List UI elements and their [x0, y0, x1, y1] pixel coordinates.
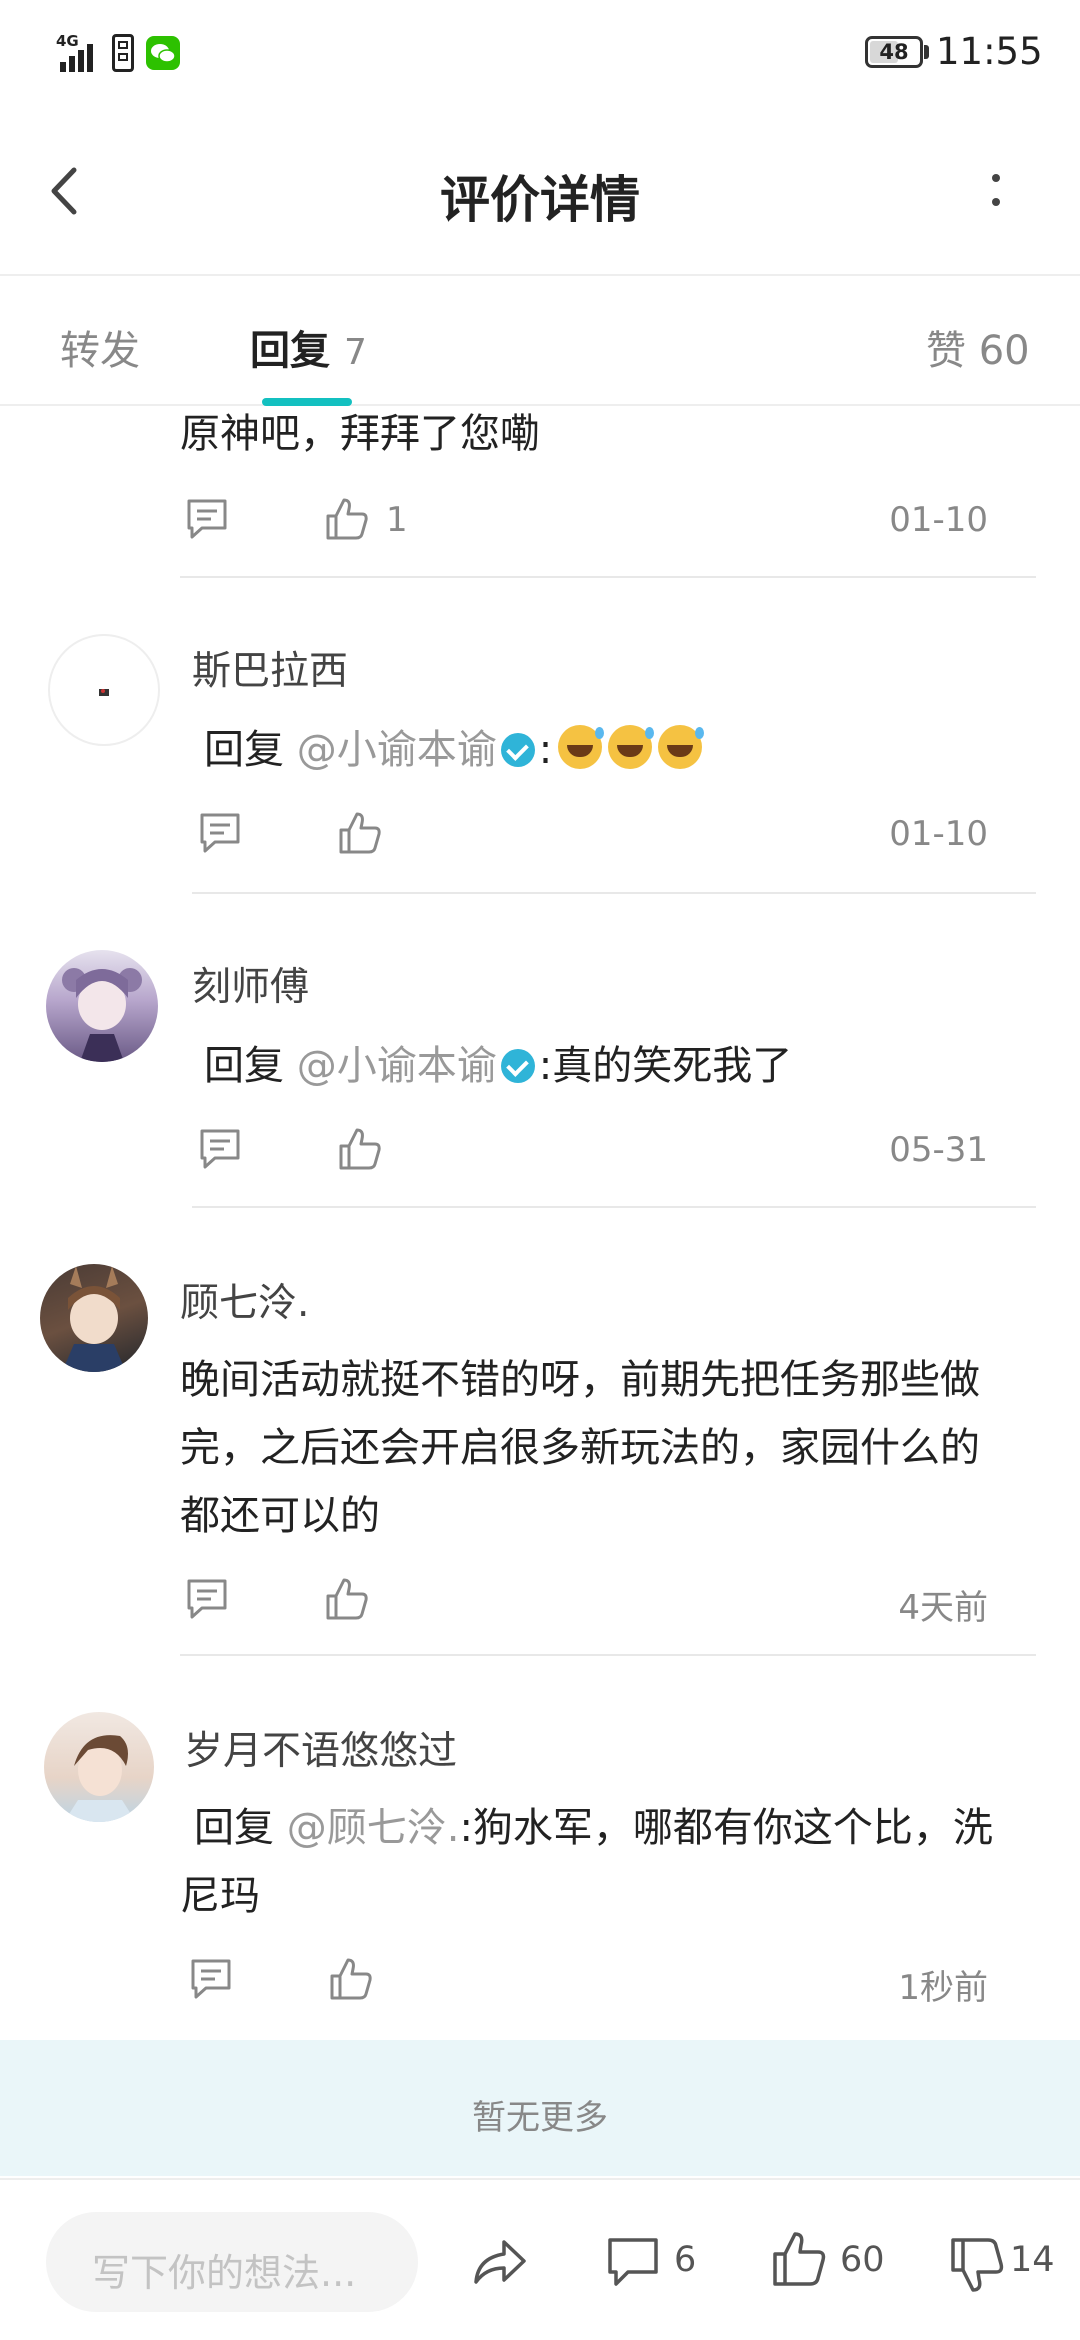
reply-text: :真的笑死我了	[538, 1043, 793, 1089]
share-icon[interactable]	[470, 2232, 528, 2290]
avatar[interactable]	[46, 950, 158, 1062]
comment-author[interactable]: 岁月不语悠悠过	[184, 1720, 457, 1776]
comment-text: 回复 @小谕本谕 :真的笑死我了	[204, 1032, 792, 1100]
comment-date: 4天前	[898, 1588, 988, 1628]
verified-badge-icon	[500, 733, 535, 767]
comment-icon[interactable]	[604, 2232, 662, 2290]
header-divider	[0, 274, 1080, 276]
tab-reply-label: 回复	[250, 328, 330, 374]
more-options-button[interactable]	[980, 160, 1010, 220]
comment-text: 回复 @顾七泠.:狗水军，哪都有你这个比，洗 尼玛	[180, 1794, 1044, 1930]
comment-author[interactable]: 顾七泠.	[180, 1272, 309, 1328]
reply-text: :狗水军，哪都有你这个比，洗	[459, 1805, 993, 1851]
thumbs-up-icon[interactable]	[324, 496, 370, 542]
mention-link[interactable]: @小谕本谕	[297, 727, 497, 773]
like-count: 60	[840, 2240, 885, 2280]
end-of-list-text: 暂无更多	[472, 2098, 608, 2138]
wechat-notification-icon	[146, 36, 180, 70]
sweat-smile-emoji-icon	[608, 725, 655, 769]
sweat-smile-emoji-icon	[558, 725, 605, 769]
thumbs-up-icon[interactable]	[770, 2230, 828, 2288]
signal-icon: 4G	[56, 32, 108, 72]
mention-link[interactable]: @小谕本谕	[297, 1043, 497, 1089]
reply-text-continued: 尼玛	[180, 1873, 260, 1919]
comment-text: 原神吧，拜拜了您嘞	[180, 411, 540, 457]
thumbs-up-icon[interactable]	[328, 1956, 374, 2002]
reply-icon[interactable]	[188, 1956, 234, 2002]
comment-input-placeholder: 写下你的想法...	[92, 2251, 357, 2295]
page-title: 评价详情	[440, 171, 640, 229]
bottom-bar-divider	[0, 2178, 1080, 2180]
thumbs-up-icon[interactable]	[337, 810, 383, 856]
thumbs-up-icon[interactable]	[337, 1126, 383, 1172]
comment-text-line: 完，之后还会开启很多新玩法的，家园什么的	[180, 1425, 980, 1471]
reply-prefix: 回复	[204, 727, 284, 773]
comment-date: 01-10	[889, 814, 988, 854]
clock: 11:55	[936, 30, 1043, 73]
sim-icon	[112, 34, 134, 72]
sweat-smile-emoji-icon	[658, 725, 705, 769]
comment-text-line: 都还可以的	[180, 1493, 380, 1539]
comment-author[interactable]: 刻师傅	[192, 956, 309, 1012]
reply-text: :	[538, 727, 553, 773]
comment-text: 回复 @小谕本谕:	[204, 716, 705, 784]
comment-text-line: 晚间活动就挺不错的呀，前期先把任务那些做	[180, 1357, 980, 1403]
comment-divider	[192, 892, 1036, 894]
tab-forward[interactable]: 转发	[60, 318, 140, 376]
battery-level: 48	[879, 40, 909, 64]
comment-date: 1秒前	[898, 1968, 988, 2008]
tab-reply-count: 7	[344, 332, 367, 373]
comment-date: 05-31	[889, 1130, 988, 1170]
reply-prefix: 回复	[204, 1043, 284, 1089]
comment-author[interactable]: 斯巴拉西	[192, 640, 348, 696]
tabs-divider	[0, 404, 1080, 406]
reply-icon[interactable]	[197, 1126, 243, 1172]
mention-link[interactable]: @顾七泠.	[287, 1805, 460, 1851]
comment-count: 6	[674, 2240, 697, 2280]
status-bar: 4G 48 11:55	[0, 0, 1080, 105]
thumbs-up-icon[interactable]	[324, 1576, 370, 1622]
dislike-count: 14	[1010, 2240, 1055, 2280]
comment-date: 01-10	[889, 500, 988, 540]
comment-text: 晚间活动就挺不错的呀，前期先把任务那些做 完，之后还会开启很多新玩法的，家园什么…	[180, 1346, 1040, 1550]
tab-like[interactable]: 赞 60	[926, 318, 1030, 376]
thumbs-down-icon[interactable]	[948, 2236, 1006, 2294]
reply-icon[interactable]	[184, 1576, 230, 1622]
comment-divider	[192, 1206, 1036, 1208]
like-count: 1	[386, 500, 408, 540]
tab-reply[interactable]: 回复 7	[250, 318, 367, 376]
comment-divider	[180, 576, 1036, 578]
comment-input[interactable]: 写下你的想法...	[46, 2212, 418, 2312]
avatar[interactable]	[44, 1712, 154, 1822]
reply-icon[interactable]	[184, 496, 230, 542]
avatar[interactable]	[40, 1264, 148, 1372]
avatar[interactable]	[48, 634, 160, 746]
reply-prefix: 回复	[194, 1805, 274, 1851]
verified-badge-icon	[500, 1049, 535, 1083]
comment-divider	[180, 1654, 1036, 1656]
network-type-label: 4G	[56, 32, 79, 50]
reply-icon[interactable]	[197, 810, 243, 856]
battery-icon: 48	[865, 36, 923, 68]
